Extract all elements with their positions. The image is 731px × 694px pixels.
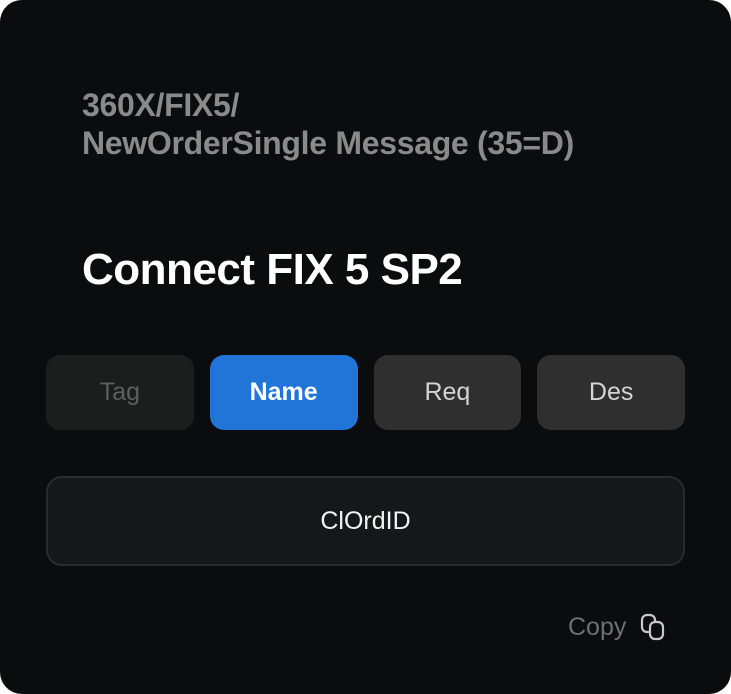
- page-title: Connect FIX 5 SP2: [82, 245, 463, 294]
- breadcrumb: 360X/FIX5/ NewOrderSingle Message (35=D): [82, 86, 682, 162]
- field-value-text: ClOrdID: [320, 506, 411, 535]
- copy-label: Copy: [568, 612, 627, 641]
- column-tabs: Tag Name Req Des: [46, 355, 685, 430]
- copy-icon: [641, 613, 665, 641]
- tab-des[interactable]: Des: [537, 355, 685, 430]
- copy-button[interactable]: Copy: [568, 606, 666, 648]
- breadcrumb-message: NewOrderSingle Message (35=D): [82, 125, 574, 161]
- tab-name[interactable]: Name: [209, 355, 358, 430]
- tab-tag[interactable]: Tag: [46, 355, 194, 430]
- field-value-display: ClOrdID: [46, 476, 685, 566]
- tab-req[interactable]: Req: [373, 355, 522, 430]
- fix-field-card: 360X/FIX5/ NewOrderSingle Message (35=D)…: [0, 0, 731, 694]
- breadcrumb-path: 360X/FIX5/: [82, 87, 240, 123]
